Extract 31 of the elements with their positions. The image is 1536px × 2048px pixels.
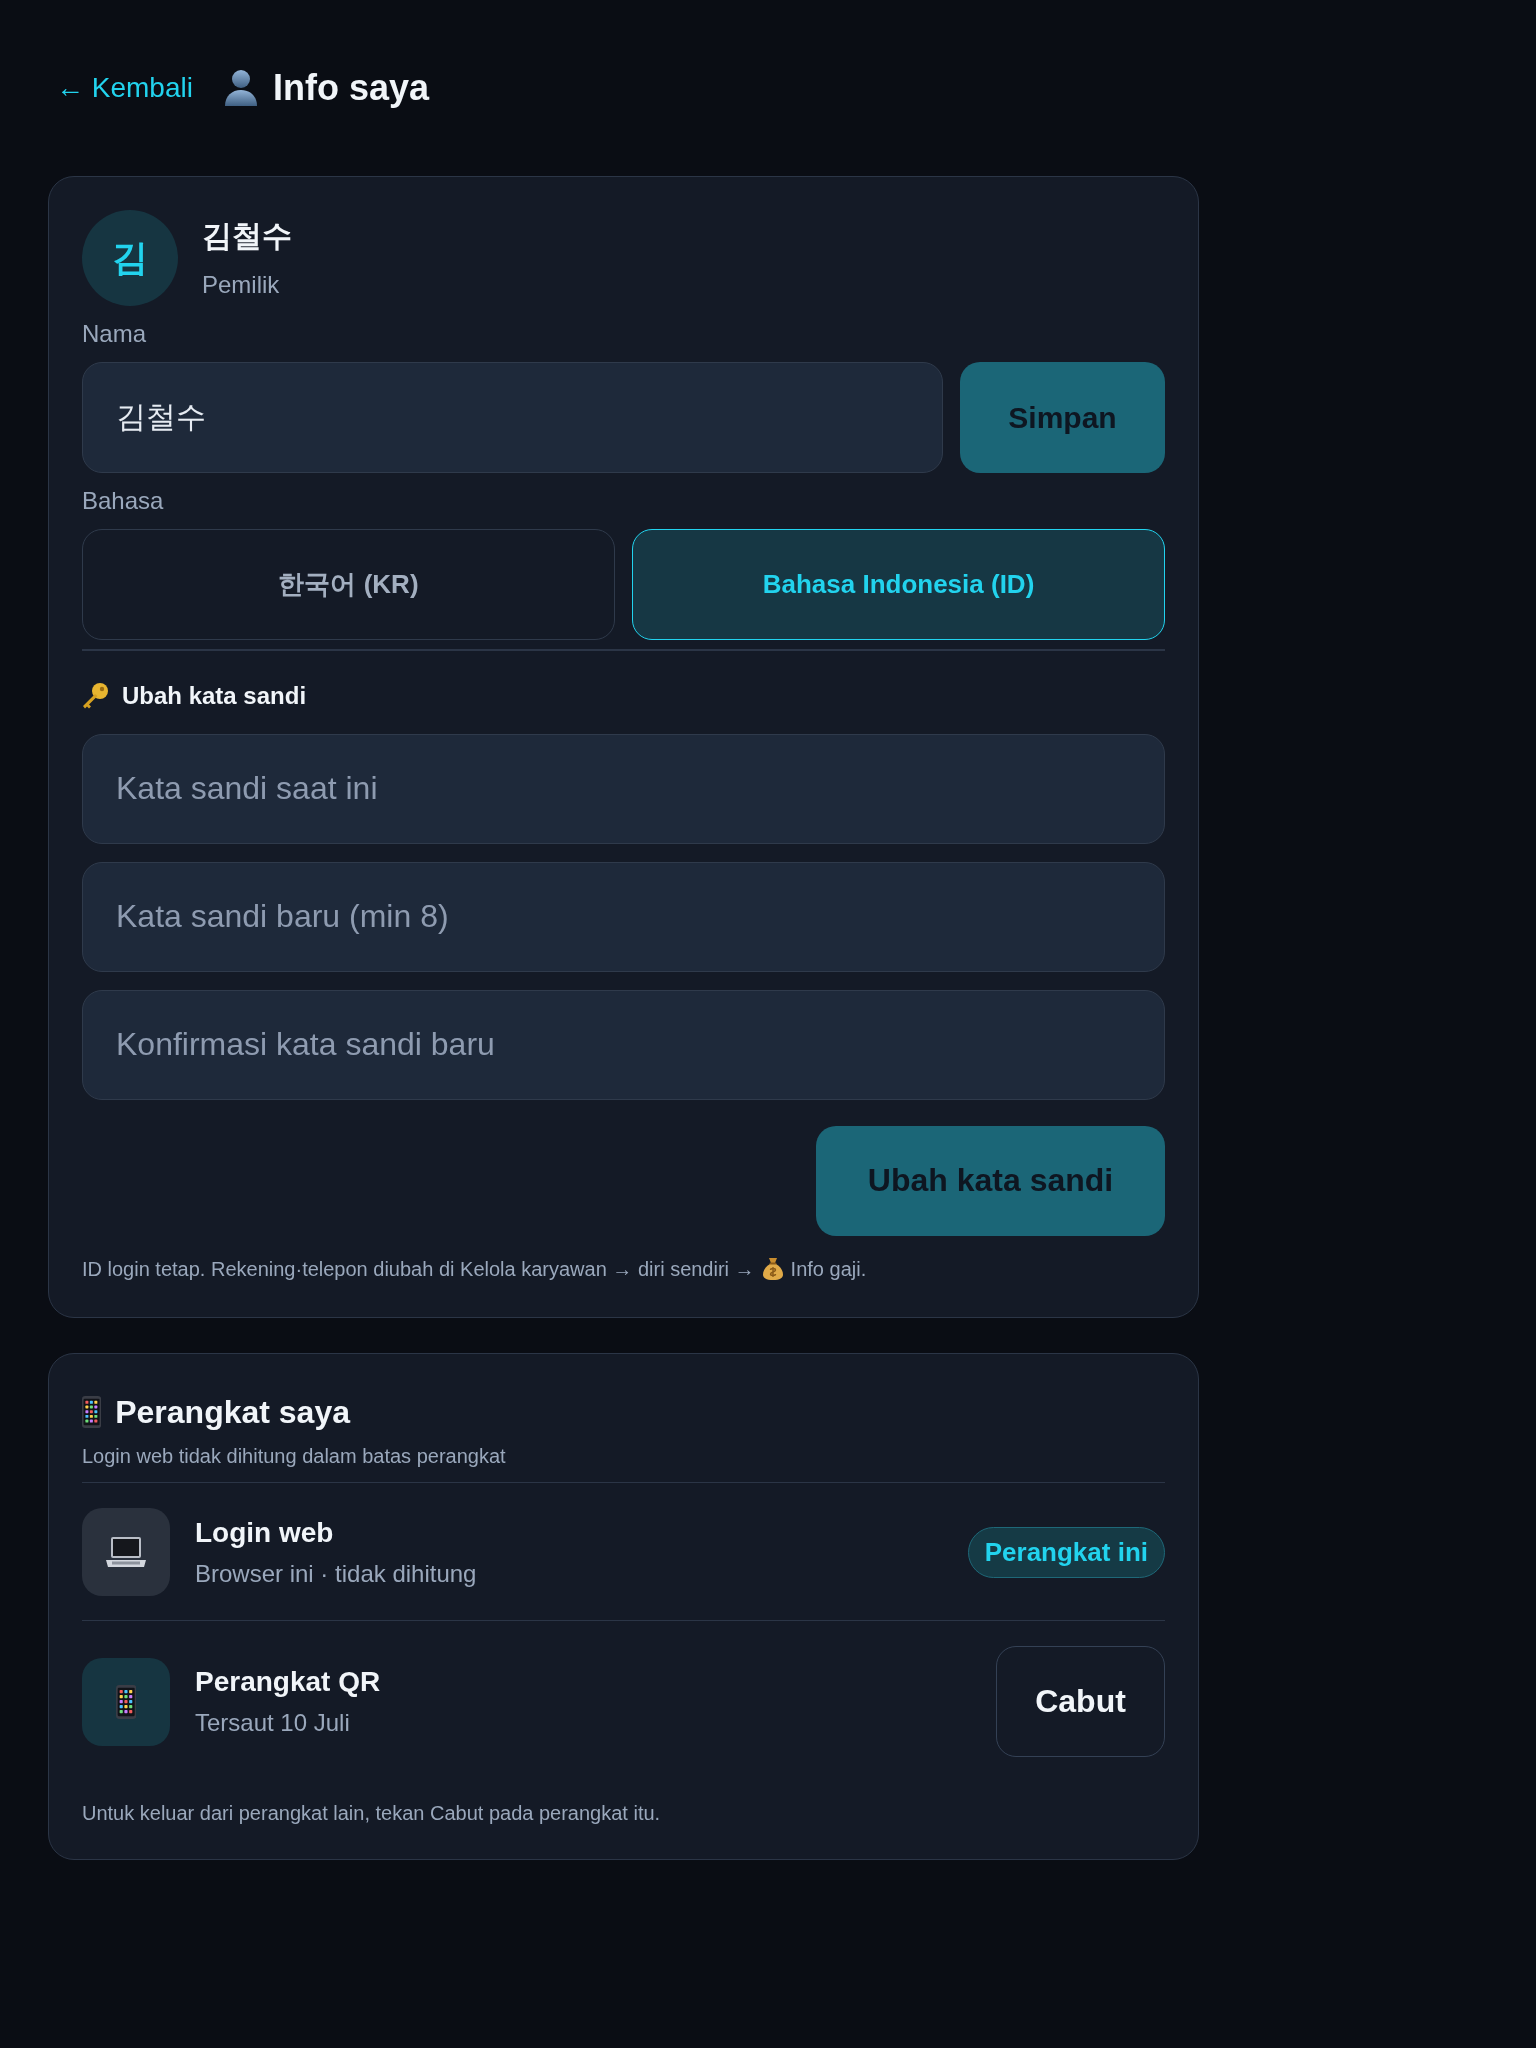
password-input[interactable]: Konfirmasi kata sandi baru <box>82 989 1165 1100</box>
device-detail: Browser ini · tidak dihitung <box>195 1558 478 1589</box>
device-name: Perangkat QR <box>195 1665 382 1699</box>
section-title: Ubah kata sandi <box>122 681 307 710</box>
page-title: Info saya <box>272 66 429 110</box>
profile-role: Pemilik <box>202 270 281 300</box>
password-input[interactable]: Kata sandi saat ini <box>82 733 1165 844</box>
back-link[interactable]: ← Kembali <box>56 71 193 105</box>
language-option[interactable]: 한국어 (KR) <box>82 529 615 640</box>
key-icon <box>82 682 108 709</box>
device-detail: Tersaut 10 Juli <box>195 1708 351 1738</box>
note-text: Info gaji. <box>790 1256 867 1281</box>
person-icon <box>222 70 259 106</box>
smartphone-icon <box>82 1395 102 1428</box>
field-label: Bahasa <box>82 487 165 515</box>
note-text: ID login tetap. Rekening·telepon diubah di Kelola karyawan → diri sendiri → <box>82 1256 755 1281</box>
money-bag-icon <box>762 1257 783 1280</box>
profile-name: 김철수 <box>202 218 292 254</box>
card-title: Perangkat saya <box>115 1392 350 1432</box>
language-option[interactable]: Bahasa Indonesia (ID) <box>632 529 1165 640</box>
avatar: 김 <box>82 210 178 306</box>
name-input[interactable]: 김철수 <box>82 362 943 473</box>
current-device-badge: Perangkat ini <box>967 1526 1165 1578</box>
device-name: Login web <box>195 1515 335 1550</box>
footnote: Untuk keluar dari perangkat lain, tekan Cabut pada perangkat itu. <box>82 1801 662 1825</box>
smartphone-icon <box>115 1684 137 1719</box>
laptop-icon <box>106 1537 146 1567</box>
revoke-button[interactable]: Cabut <box>996 1646 1165 1757</box>
card-subtitle: Login web tidak dihitung dalam batas perangkat <box>82 1443 507 1468</box>
password-input[interactable]: Kata sandi baru (min 8) <box>82 861 1165 972</box>
field-label: Nama <box>82 320 148 348</box>
